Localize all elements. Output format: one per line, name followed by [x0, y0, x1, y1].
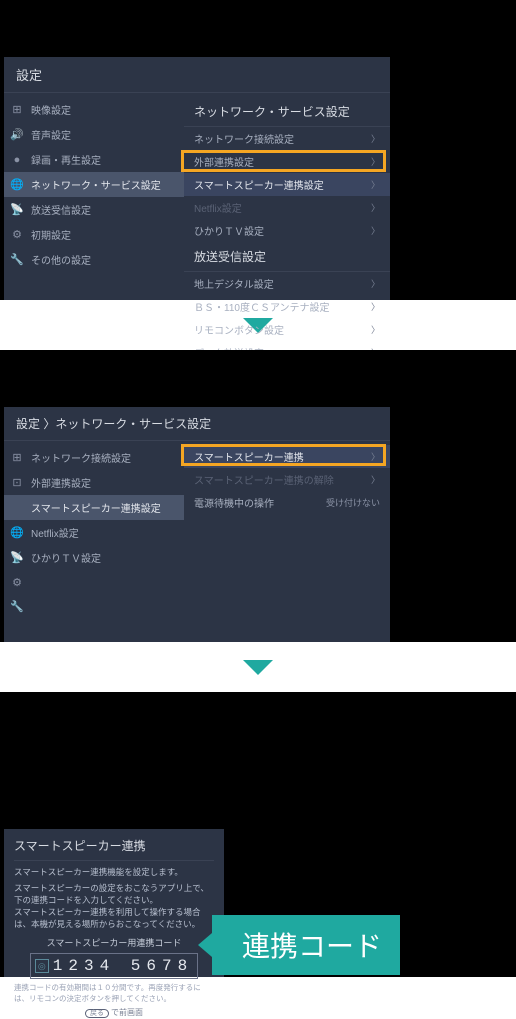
chevron-right-icon: 〉 [371, 201, 380, 214]
refresh-icon[interactable]: ◎ [35, 959, 49, 973]
panel-columns: ⊞映像設定 🔊音声設定 ●録画・再生設定 🌐ネットワーク・サービス設定 📡放送受… [4, 93, 390, 302]
screen-settings-top: 設定 ⊞映像設定 🔊音声設定 ●録画・再生設定 🌐ネットワーク・サービス設定 📡… [0, 0, 516, 300]
panel-title: 設定 [4, 57, 390, 93]
step-separator [0, 642, 516, 692]
subcategory-list: スマートスピーカー連携〉 スマートスピーカー連携の解除〉 電源待機中の操作受け付… [184, 441, 390, 642]
screen-link-code: スマートスピーカー連携 スマートスピーカー連携機能を設定します。 スマートスピー… [0, 692, 516, 977]
arrow-down-icon [243, 660, 273, 675]
sub-smartspeaker[interactable]: スマートスピーカー連携設定〉 [184, 173, 390, 196]
section-network-title: ネットワーク・サービス設定 [184, 97, 390, 127]
section-broadcast-title: 放送受信設定 [184, 242, 390, 272]
highlight-annotation [181, 150, 386, 172]
link-title: スマートスピーカー連携 [14, 837, 214, 861]
back-button-icon[interactable]: 戻る [85, 1009, 109, 1018]
code-value: 1234 5678 [53, 957, 193, 975]
sub-network-conn[interactable]: ネットワーク接続設定〉 [184, 127, 390, 150]
sub-terrestrial[interactable]: 地上デジタル設定〉 [184, 272, 390, 295]
cat-external[interactable]: ⊡外部連携設定 [4, 470, 184, 495]
link-panel: スマートスピーカー連携 スマートスピーカー連携機能を設定します。 スマートスピー… [4, 829, 224, 977]
chevron-right-icon: 〉 [371, 300, 380, 313]
subcategory-list: ネットワーク・サービス設定 ネットワーク接続設定〉 外部連携設定〉 スマートスピ… [184, 93, 390, 302]
chevron-right-icon: 〉 [371, 224, 380, 237]
wrench-icon: 🔧 [10, 253, 24, 267]
network-panel: 設定 〉ネットワーク・サービス設定 ⊞ネットワーク接続設定 ⊡外部連携設定 スマ… [4, 407, 390, 642]
settings-panel: 設定 ⊞映像設定 🔊音声設定 ●録画・再生設定 🌐ネットワーク・サービス設定 📡… [4, 57, 390, 300]
cat-record[interactable]: ●録画・再生設定 [4, 147, 184, 172]
chevron-right-icon: 〉 [371, 132, 380, 145]
cat-initial[interactable]: ⚙初期設定 [4, 222, 184, 247]
back-hint: 戻るで前画面 [14, 1007, 214, 1018]
link-desc2: スマートスピーカーの設定をおこなうアプリ上で、下の連携コードを入力してください。… [14, 883, 214, 931]
antenna-icon: 📡 [10, 551, 24, 565]
speaker-icon: 🔊 [10, 128, 24, 142]
chevron-right-icon: 〉 [371, 323, 380, 336]
chevron-right-icon: 〉 [371, 178, 380, 191]
record-icon: ● [10, 153, 24, 167]
sub-hikaritv[interactable]: ひかりＴＶ設定〉 [184, 219, 390, 242]
globe-icon: 🌐 [10, 178, 24, 192]
panel-columns: ⊞ネットワーク接続設定 ⊡外部連携設定 スマートスピーカー連携設定 🌐Netfl… [4, 441, 390, 642]
cat-smartspeaker[interactable]: スマートスピーカー連携設定 [4, 495, 184, 520]
cat-net-conn[interactable]: ⊞ネットワーク接続設定 [4, 445, 184, 470]
gear-icon: ⚙ [10, 575, 24, 589]
sub-bs-cs[interactable]: ＢＳ・110度ＣＳアンテナ設定〉 [184, 295, 390, 318]
callout-link-code: 連携コード [212, 915, 400, 975]
cat-network[interactable]: 🌐ネットワーク・サービス設定 [4, 172, 184, 197]
screen-network-settings: 設定 〉ネットワーク・サービス設定 ⊞ネットワーク接続設定 ⊡外部連携設定 スマ… [0, 350, 516, 642]
code-note: 連携コードの有効期間は１０分間です。再度発行するには、リモコンの決定ボタンを押し… [14, 983, 214, 1004]
breadcrumb: 設定 〉ネットワーク・サービス設定 [4, 407, 390, 441]
wrench-icon: 🔧 [10, 599, 24, 613]
display-icon: ⊞ [10, 103, 24, 117]
cat-audio[interactable]: 🔊音声設定 [4, 122, 184, 147]
sub-ss-unlink[interactable]: スマートスピーカー連携の解除〉 [184, 468, 390, 491]
cat-hikaritv[interactable]: 📡ひかりＴＶ設定 [4, 545, 184, 570]
sub-standby-op[interactable]: 電源待機中の操作受け付けない [184, 491, 390, 514]
cat-other[interactable]: 🔧その他の設定 [4, 247, 184, 272]
chevron-right-icon: 〉 [371, 277, 380, 290]
category-list: ⊞ネットワーク接続設定 ⊡外部連携設定 スマートスピーカー連携設定 🌐Netfl… [4, 441, 184, 642]
category-list: ⊞映像設定 🔊音声設定 ●録画・再生設定 🌐ネットワーク・サービス設定 📡放送受… [4, 93, 184, 302]
antenna-icon: 📡 [10, 203, 24, 217]
cat-video[interactable]: ⊞映像設定 [4, 97, 184, 122]
highlight-annotation [181, 444, 386, 466]
cat-blank2: 🔧 [4, 594, 184, 618]
link-desc1: スマートスピーカー連携機能を設定します。 [14, 867, 214, 879]
code-label: スマートスピーカー用連携コード [14, 936, 214, 949]
cat-blank1: ⚙ [4, 570, 184, 594]
gear-icon: ⚙ [10, 228, 24, 242]
box-icon: ⊡ [10, 476, 24, 490]
globe-icon: 🌐 [10, 526, 24, 540]
chevron-right-icon: 〉 [371, 473, 380, 486]
code-box: ◎ 1234 5678 [30, 953, 198, 979]
cat-netflix[interactable]: 🌐Netflix設定 [4, 520, 184, 545]
sub-netflix[interactable]: Netflix設定〉 [184, 196, 390, 219]
sub-remote[interactable]: リモコンボタン設定〉 [184, 318, 390, 341]
cat-broadcast[interactable]: 📡放送受信設定 [4, 197, 184, 222]
display-icon: ⊞ [10, 451, 24, 465]
